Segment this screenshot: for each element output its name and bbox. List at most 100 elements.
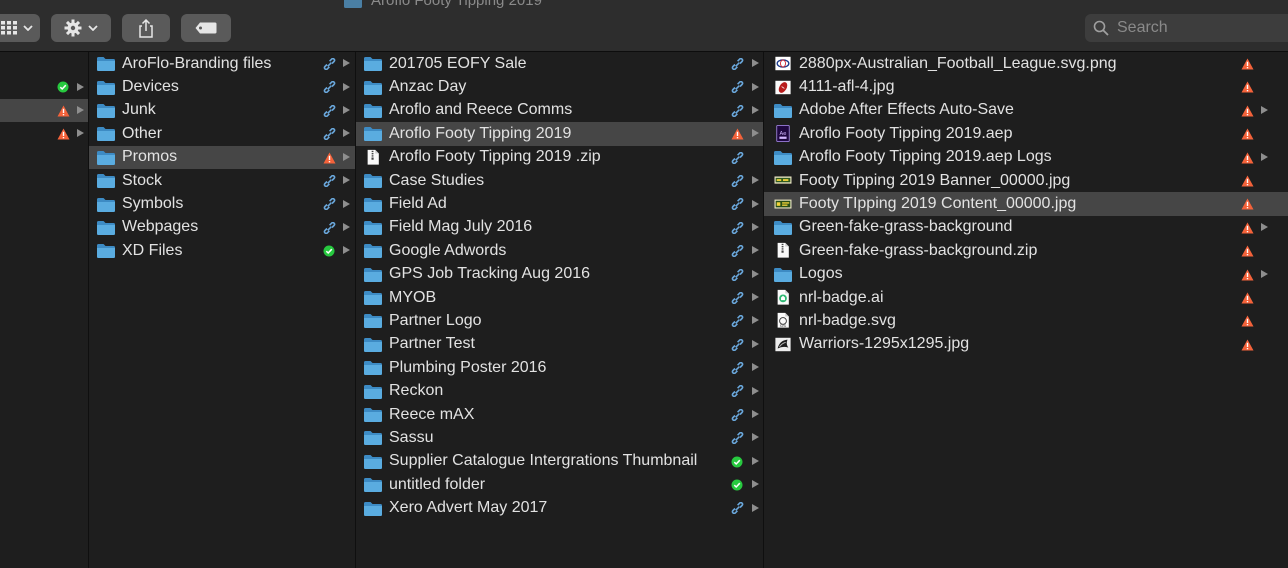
share-button[interactable] — [122, 14, 170, 42]
item-name: Symbols — [122, 195, 184, 213]
link-icon — [731, 408, 743, 421]
row-symbols[interactable]: Symbols — [89, 192, 355, 215]
link-status — [730, 361, 744, 375]
disclosure-arrow-icon — [343, 82, 350, 91]
row-aroflo-footy-tipping-2019-zip[interactable]: Aroflo Footy Tipping 2019 .zip — [356, 146, 763, 169]
disclosure-arrow-icon — [343, 129, 350, 138]
folder-icon — [774, 220, 792, 235]
svg-text:SVG: SVG — [780, 324, 787, 328]
item-name: untitled folder — [389, 475, 486, 493]
row-devices[interactable]: Devices — [89, 75, 355, 98]
item-name: nrl-badge.ai — [799, 288, 884, 306]
row-201705-eofy-sale[interactable]: 201705 EOFY Sale — [356, 52, 763, 75]
row-nrl-badge-ai[interactable]: nrl-badge.ai — [764, 286, 1288, 309]
row-partner-test[interactable]: Partner Test — [356, 333, 763, 356]
row-supplier-catalogue-intergrations-thumbnail[interactable]: Supplier Catalogue Intergrations Thumbna… — [356, 450, 763, 473]
item-name: AroFlo-Branding files — [122, 54, 272, 72]
item-name: Aroflo Footy Tipping 2019 — [389, 124, 572, 142]
chevron-down-icon — [88, 25, 98, 31]
action-menu-button[interactable] — [51, 14, 111, 42]
row-aroflo-footy-tipping-2019-aep[interactable]: Ae Aroflo Footy Tipping 2019.aep — [764, 122, 1288, 145]
row-aroflo-footy-tipping-2019-aep-logs[interactable]: Aroflo Footy Tipping 2019.aep Logs — [764, 146, 1288, 169]
row-warriors-1295x1295-jpg[interactable]: Warriors-1295x1295.jpg — [764, 333, 1288, 356]
row-xero-advert-may-2017[interactable]: Xero Advert May 2017 — [356, 496, 763, 519]
row-nrl-badge-svg[interactable]: SVG nrl-badge.svg — [764, 309, 1288, 332]
row-green-fake-grass-background[interactable]: Green-fake-grass-background — [764, 216, 1288, 239]
row-4111-afl-4-jpg[interactable]: 4111-afl-4.jpg — [764, 75, 1288, 98]
row-myob[interactable]: MYOB — [356, 286, 763, 309]
row-other[interactable]: Other — [89, 122, 355, 145]
row-untitled-folder[interactable]: untitled folder — [356, 473, 763, 496]
warning-status — [1240, 221, 1254, 235]
warning-status — [1240, 80, 1254, 94]
row-gps-job-tracking-aug-2016[interactable]: GPS Job Tracking Aug 2016 — [356, 263, 763, 286]
search-input[interactable] — [1115, 18, 1288, 38]
row-logos[interactable]: Logos — [764, 263, 1288, 286]
row-webpages[interactable]: Webpages — [89, 216, 355, 239]
warning-status — [1240, 57, 1254, 71]
warning-icon — [1241, 245, 1253, 257]
column0-row[interactable] — [0, 52, 88, 75]
link-icon — [731, 362, 743, 375]
row-footy-tipping-2019-content-00000-jpg[interactable]: Footy TIpping 2019 Content_00000.jpg — [764, 192, 1288, 216]
column0-row[interactable] — [0, 98, 88, 123]
svg-text:Ae: Ae — [780, 131, 788, 137]
row-aroflo-footy-tipping-2019[interactable]: Aroflo Footy Tipping 2019 — [356, 122, 763, 146]
warning-icon — [1241, 105, 1253, 117]
warning-icon — [1241, 58, 1253, 70]
warning-status — [1240, 104, 1254, 118]
row-anzac-day[interactable]: Anzac Day — [356, 75, 763, 98]
row-field-ad[interactable]: Field Ad — [356, 192, 763, 215]
warning-icon — [1241, 128, 1253, 140]
grid-view-icon — [1, 21, 17, 35]
link-icon — [731, 502, 743, 515]
row-2880px-australian-football-league-svg-png[interactable]: 2880px-Australian_Football_League.svg.pn… — [764, 52, 1288, 75]
item-name: Anzac Day — [389, 78, 467, 96]
row-reece-max[interactable]: Reece mAX — [356, 403, 763, 426]
warning-icon — [1241, 339, 1253, 351]
row-stock[interactable]: Stock — [89, 169, 355, 192]
row-junk[interactable]: Junk — [89, 99, 355, 122]
warning-icon — [323, 152, 335, 164]
row-footy-tipping-2019-banner-00000-jpg[interactable]: Footy Tipping 2019 Banner_00000.jpg — [764, 169, 1288, 192]
row-plumbing-poster-2016[interactable]: Plumbing Poster 2016 — [356, 356, 763, 379]
link-status — [730, 314, 744, 328]
warning-icon — [1241, 175, 1253, 187]
warning-icon — [1241, 81, 1253, 93]
item-name: Devices — [122, 78, 179, 96]
warning-icon — [1241, 222, 1253, 234]
item-name: Aroflo and Reece Comms — [389, 101, 573, 119]
item-name: MYOB — [389, 288, 437, 306]
folder-icon — [97, 80, 115, 95]
disclosure-arrow-icon — [343, 105, 350, 114]
item-name: Green-fake-grass-background.zip — [799, 241, 1038, 259]
row-promos[interactable]: Promos — [89, 145, 355, 169]
item-name: Promos — [122, 148, 178, 166]
item-name: Logos — [799, 265, 843, 283]
folder-icon — [364, 57, 382, 72]
link-status — [322, 221, 336, 235]
tags-button[interactable] — [181, 14, 231, 42]
row-case-studies[interactable]: Case Studies — [356, 169, 763, 192]
row-reckon[interactable]: Reckon — [356, 379, 763, 402]
search-field[interactable] — [1085, 14, 1288, 42]
disclosure-arrow-icon — [343, 246, 350, 255]
disclosure-arrow-icon — [752, 480, 759, 489]
row-partner-logo[interactable]: Partner Logo — [356, 309, 763, 332]
row-google-adwords[interactable]: Google Adwords — [356, 239, 763, 262]
row-sassu[interactable]: Sassu — [356, 426, 763, 449]
link-icon — [323, 128, 335, 141]
view-options-button[interactable] — [0, 14, 40, 42]
folder-icon — [774, 267, 792, 282]
row-aroflo-and-reece-comms[interactable]: Aroflo and Reece Comms — [356, 99, 763, 122]
synced-checkmark-icon — [731, 479, 743, 491]
column0-row[interactable] — [0, 122, 88, 145]
synced-checkmark-icon — [57, 81, 69, 93]
row-adobe-after-effects-auto-save[interactable]: Adobe After Effects Auto-Save — [764, 99, 1288, 122]
row-field-mag-july-2016[interactable]: Field Mag July 2016 — [356, 216, 763, 239]
column0-row[interactable] — [0, 75, 88, 98]
row-xd-files[interactable]: XD Files — [89, 239, 355, 262]
row-aroflo-branding-files[interactable]: AroFlo-Branding files — [89, 52, 355, 75]
disclosure-arrow-icon — [77, 82, 84, 91]
row-green-fake-grass-background-zip[interactable]: Green-fake-grass-background.zip — [764, 239, 1288, 262]
